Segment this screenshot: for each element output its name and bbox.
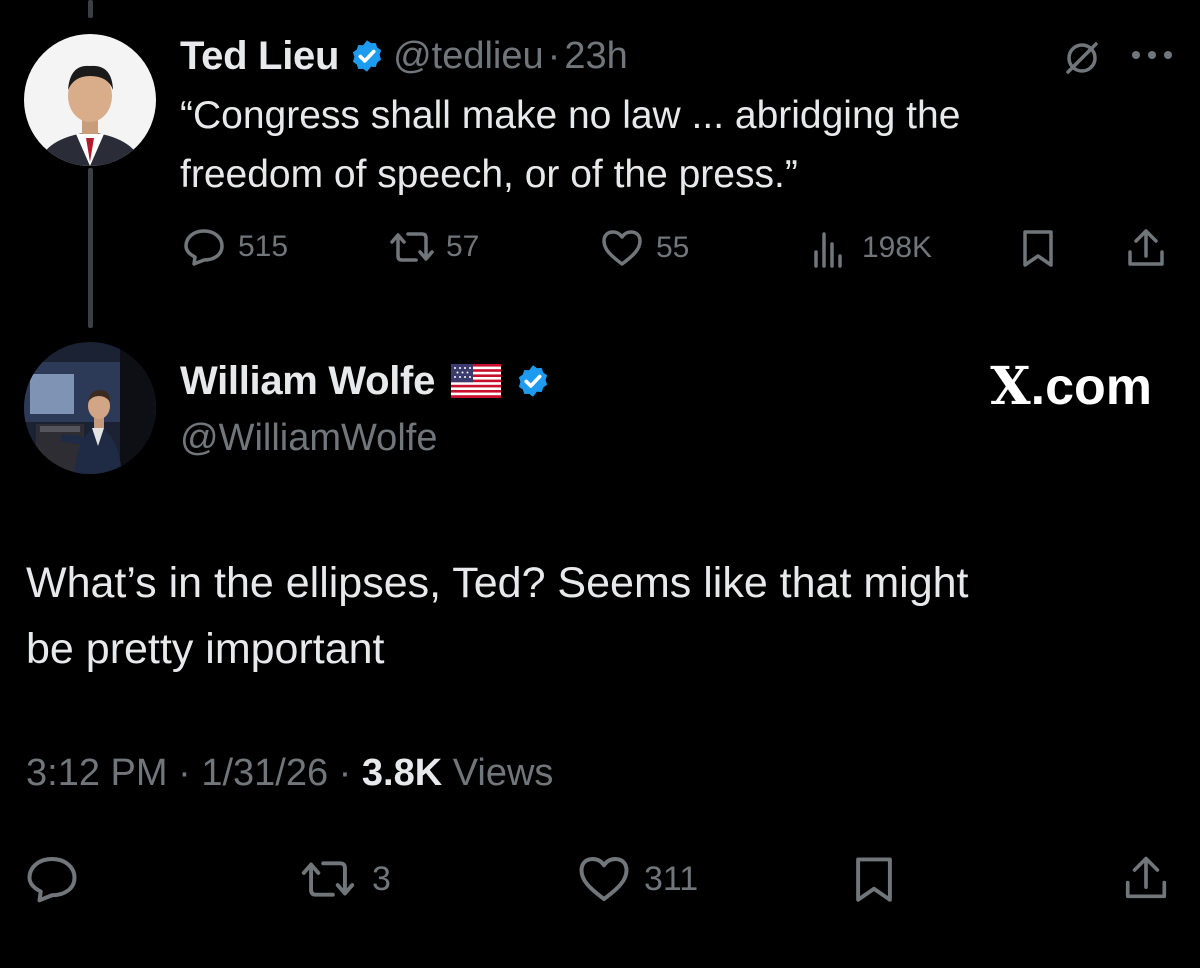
reply-text-line-1: What’s in the ellipses, Ted? Seems like … (26, 559, 969, 607)
reply-like-button[interactable]: 311 (576, 854, 698, 904)
reply-icon (184, 229, 224, 266)
separator-dot: · (338, 752, 352, 794)
author-handle[interactable]: @tedlieu (393, 35, 544, 78)
verified-badge-icon (349, 38, 385, 74)
like-count: 55 (656, 231, 690, 264)
repost-icon (390, 232, 434, 262)
reply-icon[interactable] (24, 854, 80, 904)
reply-repost-button[interactable]: 3 (296, 856, 391, 902)
share-icon[interactable] (1125, 226, 1167, 270)
like-button[interactable]: 55 (600, 228, 689, 268)
reply-header: William Wolfe (180, 356, 559, 406)
grok-icon[interactable] (1060, 36, 1104, 80)
views-label: Views (452, 752, 554, 794)
x-logo-glyph: X (990, 356, 1031, 417)
like-icon (602, 230, 642, 266)
repost-count: 57 (446, 230, 480, 263)
x-com-watermark: X.com (990, 356, 1152, 417)
reply-text: What’s in the ellipses, Ted? Seems like … (26, 550, 1176, 682)
bookmark-icon[interactable] (1020, 228, 1056, 268)
us-flag-icon (451, 364, 502, 398)
views-count: 3.8K (361, 752, 443, 794)
reply-repost-count: 3 (372, 859, 391, 898)
tweet-header: Ted Lieu @tedlieu · 23h (180, 32, 628, 80)
repost-icon (301, 861, 355, 897)
reply-author-handle[interactable]: @WilliamWolfe (180, 417, 437, 460)
avatar-ted-lieu[interactable] (24, 34, 156, 166)
share-icon[interactable] (1122, 852, 1170, 904)
like-icon (579, 857, 629, 901)
thread-line-top (88, 0, 93, 18)
views-icon (814, 232, 842, 268)
reply-button[interactable]: 515 (182, 227, 288, 267)
reply-like-count: 311 (644, 859, 699, 898)
avatar-william-wolfe[interactable] (24, 342, 156, 474)
more-icon[interactable] (1130, 48, 1174, 62)
reply-count: 515 (238, 230, 289, 263)
separator-dot: · (178, 752, 191, 794)
reply-handle-row: @WilliamWolfe (180, 414, 437, 462)
x-domain: .com (1030, 358, 1152, 416)
reply-author-name[interactable]: William Wolfe (180, 359, 435, 404)
reply-meta: 3:12 PM · 1/31/26 · 3.8K Views (26, 752, 553, 795)
views-count: 198K (862, 231, 933, 264)
thread-line-connector (88, 168, 93, 328)
reply-time[interactable]: 3:12 PM (26, 752, 168, 794)
author-name[interactable]: Ted Lieu (180, 34, 339, 79)
bookmark-icon[interactable] (852, 854, 896, 904)
timestamp[interactable]: 23h (564, 35, 627, 78)
repost-button[interactable]: 57 (386, 228, 479, 266)
views-button[interactable]: 198K (810, 228, 932, 268)
verified-badge-icon (515, 363, 551, 399)
tweet-text-line-2: freedom of speech, or of the press.” (180, 153, 798, 196)
reply-text-line-2: be pretty important (26, 625, 385, 673)
tweet-text: “Congress shall make no law ... abridgin… (180, 86, 960, 204)
tweet-text-line-1: “Congress shall make no law ... abridgin… (180, 94, 961, 137)
separator-dot: · (547, 34, 561, 77)
reply-date[interactable]: 1/31/26 (201, 752, 328, 794)
